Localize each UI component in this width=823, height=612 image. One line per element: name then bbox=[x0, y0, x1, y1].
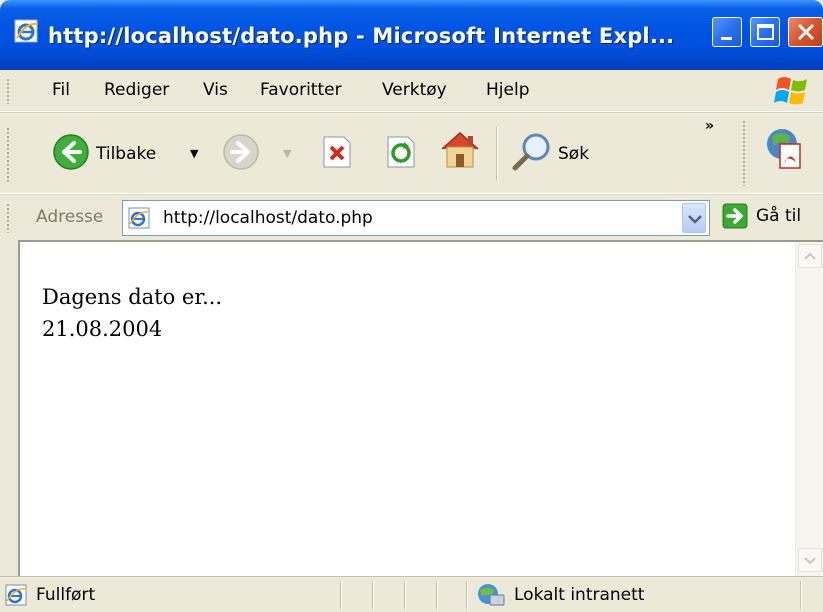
scroll-down-button[interactable] bbox=[798, 548, 822, 572]
chevron-up-icon bbox=[804, 252, 816, 260]
chevron-down-icon bbox=[688, 215, 702, 224]
status-bar: Fullført Lokalt intranett bbox=[0, 576, 823, 612]
back-arrow-icon[interactable] bbox=[52, 133, 90, 175]
title-bar[interactable]: http://localhost/dato.php - Microsoft In… bbox=[0, 0, 823, 70]
menu-hjelp[interactable]: Hjelp bbox=[486, 80, 529, 100]
go-arrow-icon[interactable] bbox=[722, 203, 748, 229]
address-input[interactable]: http://localhost/dato.php bbox=[122, 200, 710, 236]
address-url[interactable]: http://localhost/dato.php bbox=[163, 208, 373, 228]
standard-toolbar: Tilbake ▼ ▼ Søk bbox=[0, 112, 823, 194]
toolbar-grip[interactable] bbox=[6, 78, 10, 104]
toolbar-overflow-button[interactable]: » bbox=[705, 118, 714, 134]
menu-vis[interactable]: Vis bbox=[203, 80, 228, 100]
intranet-zone-icon bbox=[474, 581, 506, 609]
search-icon[interactable] bbox=[510, 131, 554, 177]
forward-arrow-icon[interactable] bbox=[222, 133, 260, 175]
stop-icon[interactable] bbox=[320, 135, 354, 173]
close-button[interactable] bbox=[788, 17, 823, 47]
status-text: Fullført bbox=[36, 585, 96, 605]
maximize-button[interactable] bbox=[750, 17, 780, 47]
menu-verktoy[interactable]: Verktøy bbox=[382, 80, 447, 100]
page-body: Dagens dato er... 21.08.2004 bbox=[42, 282, 222, 345]
menu-fil[interactable]: Fil bbox=[52, 80, 70, 100]
vertical-scrollbar[interactable] bbox=[795, 242, 823, 576]
scroll-up-button[interactable] bbox=[798, 244, 822, 268]
page-text-heading: Dagens dato er... bbox=[42, 285, 223, 309]
toolbar-grip[interactable] bbox=[6, 203, 10, 233]
menu-bar: Fil Rediger Vis Favoritter Verktøy Hjelp bbox=[0, 70, 823, 112]
toolbar-grip[interactable] bbox=[742, 120, 746, 186]
close-icon bbox=[797, 23, 815, 41]
ie-icon bbox=[14, 18, 40, 44]
refresh-icon[interactable] bbox=[384, 135, 418, 173]
menu-rediger[interactable]: Rediger bbox=[104, 80, 169, 100]
back-dropdown-icon[interactable]: ▼ bbox=[190, 147, 198, 160]
page-content: Dagens dato er... 21.08.2004 bbox=[18, 240, 823, 576]
window-frame bbox=[0, 240, 18, 576]
address-label: Adresse bbox=[36, 207, 104, 227]
toolbar-grip[interactable] bbox=[6, 127, 10, 183]
forward-dropdown-icon[interactable]: ▼ bbox=[283, 147, 291, 160]
minimize-button[interactable] bbox=[712, 17, 742, 47]
search-button-label[interactable]: Søk bbox=[558, 144, 589, 164]
address-dropdown-button[interactable] bbox=[682, 203, 706, 233]
chevron-down-icon bbox=[804, 557, 816, 565]
security-zone-text: Lokalt intranett bbox=[514, 585, 645, 605]
back-button-label[interactable]: Tilbake bbox=[96, 144, 156, 164]
address-bar: Adresse http://localhost/dato.php bbox=[0, 194, 823, 240]
pdf-icon[interactable] bbox=[762, 124, 808, 174]
go-button-label[interactable]: Gå til bbox=[756, 206, 801, 226]
window-title: http://localhost/dato.php - Microsoft In… bbox=[48, 24, 675, 48]
menu-favoritter[interactable]: Favoritter bbox=[260, 80, 342, 100]
minimize-icon bbox=[721, 37, 732, 40]
windows-logo-icon bbox=[772, 73, 812, 109]
home-icon[interactable] bbox=[436, 127, 484, 175]
page-text-date: 21.08.2004 bbox=[42, 316, 163, 341]
page-done-icon bbox=[4, 583, 28, 607]
page-icon bbox=[127, 206, 151, 230]
